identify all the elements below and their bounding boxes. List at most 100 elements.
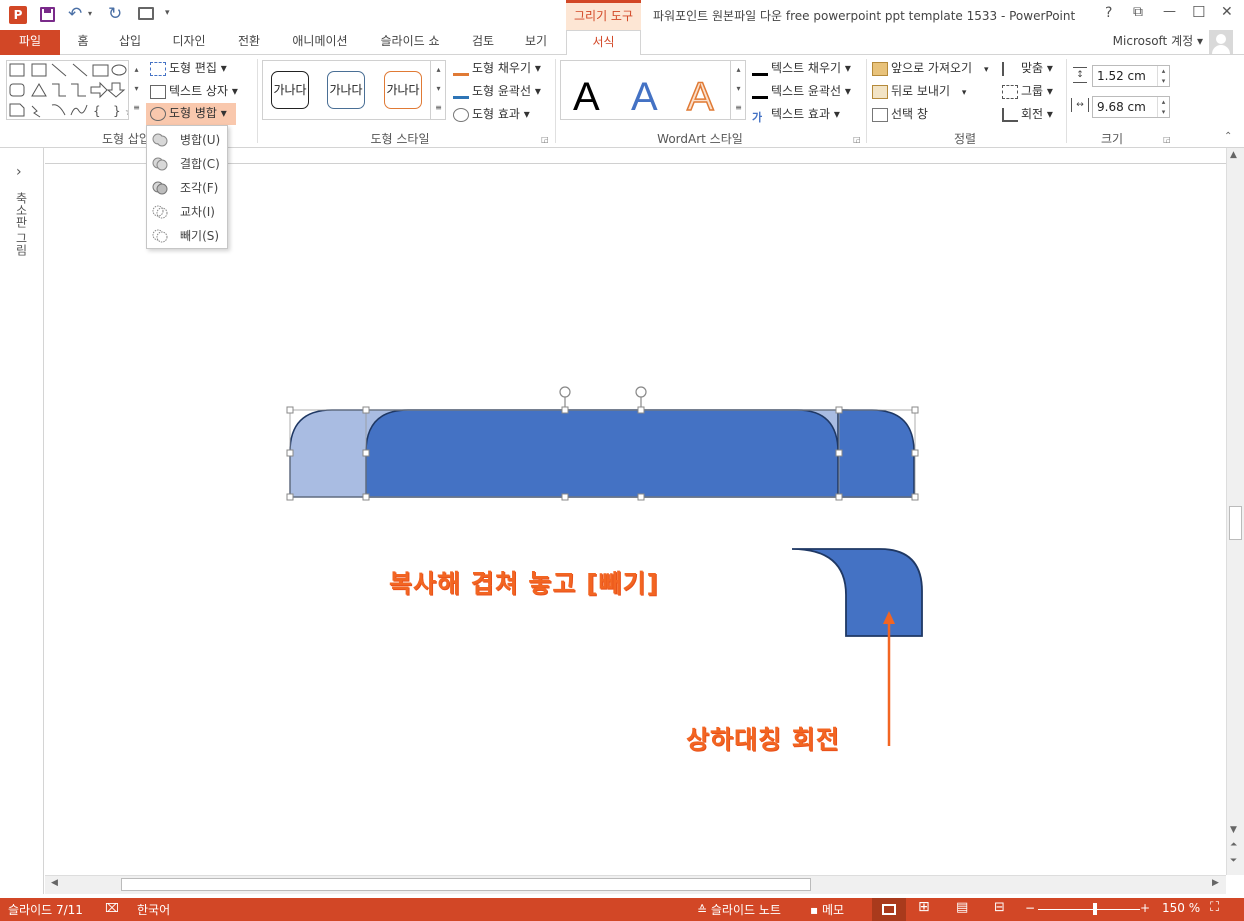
menu-item-fragment[interactable]: 조각(F)	[147, 176, 227, 200]
thumbnail-pane-label[interactable]: 축소판 그림	[13, 192, 30, 256]
shape-styles-gallery[interactable]: 가나다 가나다 가나다	[262, 60, 446, 120]
undo-icon[interactable]: ↶	[68, 4, 82, 24]
shapes-gallery-scroll[interactable]: ▴ ▾ ≡	[128, 60, 144, 120]
account-menu[interactable]: Microsoft 계정 ▾	[1105, 30, 1205, 55]
save-icon[interactable]	[40, 7, 55, 22]
customize-qat-icon[interactable]: ▾	[165, 8, 170, 18]
vertical-scroll-thumb[interactable]	[1229, 506, 1242, 540]
wordart-gallery[interactable]: A A A	[560, 60, 746, 120]
spelling-check-icon[interactable]: ⌧	[105, 901, 119, 915]
width-spinner[interactable]: ▴ ▾	[1157, 97, 1169, 117]
tab-home[interactable]: 홈	[66, 30, 100, 55]
send-backward-dropdown-icon[interactable]: ▾	[962, 88, 967, 98]
wordart-sample-orange[interactable]: A	[686, 73, 714, 121]
tab-view[interactable]: 보기	[514, 30, 558, 55]
menu-item-intersect[interactable]: 교차(I)	[147, 200, 227, 224]
group-button[interactable]: 그룹 ▾	[1002, 81, 1053, 101]
selection-pane-button[interactable]: 선택 창	[872, 104, 928, 124]
height-spinner[interactable]: ▴ ▾	[1157, 66, 1169, 86]
zoom-level[interactable]: 150 %	[1162, 901, 1200, 915]
slide-sorter-view-icon[interactable]: ⊞	[918, 899, 930, 915]
text-effects-button[interactable]: 가 텍스트 효과 ▾	[752, 104, 840, 124]
tab-insert[interactable]: 삽입	[110, 30, 150, 55]
tab-transitions[interactable]: 전환	[226, 30, 272, 55]
tab-review[interactable]: 검토	[462, 30, 504, 55]
maximize-button[interactable]: ☐	[1192, 3, 1205, 21]
zoom-out-button[interactable]: −	[1025, 901, 1035, 915]
shape-height-input[interactable]: 1.52 cm ▴ ▾	[1092, 65, 1170, 87]
wordart-sample-black[interactable]: A	[573, 73, 600, 121]
shape-width-input[interactable]: 9.68 cm ▴ ▾	[1092, 96, 1170, 118]
normal-view-button[interactable]	[872, 898, 906, 921]
language-indicator[interactable]: 한국어	[137, 901, 170, 918]
tab-format[interactable]: 서식	[566, 30, 641, 56]
wordart-sample-blue[interactable]: A	[631, 73, 658, 121]
shape-style-sample-1[interactable]: 가나다	[271, 71, 309, 109]
expand-thumbnails-icon[interactable]: ›	[16, 164, 22, 180]
tab-slideshow[interactable]: 슬라이드 쇼	[370, 30, 450, 55]
menu-item-union[interactable]: 병합(U)	[147, 128, 227, 152]
ribbon-display-options-button[interactable]: ⧉	[1133, 4, 1143, 20]
shape-style-sample-3[interactable]: 가나다	[384, 71, 422, 109]
shape-outline-button[interactable]: 도형 윤곽선 ▾	[453, 81, 541, 101]
shape-effects-button[interactable]: 도형 효과 ▾	[453, 104, 530, 124]
close-button[interactable]: ✕	[1221, 4, 1233, 20]
bring-forward-button[interactable]: 앞으로 가져오기 ▾	[872, 58, 988, 78]
tab-file[interactable]: 파일	[0, 30, 60, 55]
edit-shape-button[interactable]: 도형 편집 ▾	[150, 58, 227, 78]
dialog-launcher-shape-styles[interactable]: ◲	[541, 135, 549, 144]
align-button[interactable]: 맞춤 ▾	[1002, 58, 1053, 78]
text-fill-label: 텍스트 채우기 ▾	[771, 61, 851, 75]
menu-item-combine[interactable]: 결합(C)	[147, 152, 227, 176]
wordart-gallery-scroll[interactable]: ▴ ▾ ≡	[730, 60, 746, 120]
shape-style-sample-2[interactable]: 가나다	[327, 71, 365, 109]
scroll-right-icon[interactable]: ▶	[1212, 878, 1219, 888]
shapes-gallery[interactable]: {} ☆	[6, 60, 144, 120]
text-box-button[interactable]: 텍스트 상자 ▾	[150, 81, 238, 101]
bring-forward-dropdown-icon[interactable]: ▾	[984, 65, 989, 75]
scroll-down-icon[interactable]: ▼	[1230, 825, 1237, 835]
text-fill-button[interactable]: 텍스트 채우기 ▾	[752, 58, 851, 78]
tab-design[interactable]: 디자인	[160, 30, 218, 55]
menu-item-union-label: 병합(U)	[180, 133, 221, 147]
comments-button[interactable]: ▪ 메모	[810, 901, 844, 918]
minimize-button[interactable]: —	[1163, 4, 1176, 19]
text-outline-button[interactable]: 텍스트 윤곽선 ▾	[752, 81, 851, 101]
dialog-launcher-wordart[interactable]: ◲	[853, 135, 861, 144]
present-from-start-icon[interactable]	[138, 7, 154, 20]
slideshow-view-icon[interactable]: ⊟	[994, 900, 1005, 915]
dialog-launcher-size[interactable]: ◲	[1163, 135, 1171, 144]
reading-view-icon[interactable]: ▤	[956, 900, 968, 915]
fit-to-window-icon[interactable]: ⛶	[1210, 900, 1219, 915]
undo-dropdown-icon[interactable]: ▾	[88, 9, 92, 18]
scroll-up-icon[interactable]: ▲	[1230, 150, 1237, 160]
menu-item-subtract[interactable]: 빼기(S)	[147, 224, 227, 248]
slide-editing-area[interactable]: 복사해 겹쳐 놓고 [빼기] 상하대칭 회전	[45, 148, 1226, 875]
slide-counter: 슬라이드 7/11	[8, 903, 83, 917]
zoom-in-button[interactable]: +	[1140, 901, 1150, 915]
horizontal-scroll-thumb[interactable]	[121, 878, 811, 891]
collapse-ribbon-icon[interactable]: ⌃	[1224, 131, 1232, 142]
zoom-slider-thumb[interactable]	[1093, 903, 1097, 915]
bring-forward-icon	[872, 61, 888, 76]
zoom-slider-track[interactable]	[1038, 909, 1140, 910]
notes-label: 슬라이드 노트	[710, 903, 781, 917]
horizontal-scrollbar[interactable]: ◀ ▶	[45, 875, 1226, 894]
shape-styles-scroll[interactable]: ▴ ▾ ≡	[430, 60, 446, 120]
notes-button[interactable]: ≙ 슬라이드 노트	[697, 901, 781, 918]
group-label-arrange: 정렬	[953, 132, 977, 146]
powerpoint-app-icon[interactable]: P	[9, 6, 27, 24]
vertical-scrollbar[interactable]: ▲ ▼ ⏶ ⏷	[1226, 148, 1244, 875]
redo-icon[interactable]: ↻	[108, 4, 122, 24]
shape-fill-button[interactable]: 도형 채우기 ▾	[453, 58, 541, 78]
scroll-left-icon[interactable]: ◀	[51, 878, 58, 888]
help-button[interactable]: ?	[1105, 5, 1112, 21]
next-slide-icon[interactable]: ⏷	[1230, 856, 1237, 866]
send-backward-button[interactable]: 뒤로 보내기 ▾	[872, 81, 966, 101]
tab-animations[interactable]: 애니메이션	[280, 30, 360, 55]
account-avatar[interactable]	[1209, 30, 1233, 54]
merge-shapes-button[interactable]: 도형 병합 ▾	[146, 103, 236, 125]
rotate-button[interactable]: 회전 ▾	[1002, 104, 1053, 124]
previous-slide-icon[interactable]: ⏶	[1230, 840, 1237, 850]
ribbon-tabs: 파일 홈 삽입 디자인 전환 애니메이션 슬라이드 쇼 검토 보기 서식 Mic…	[0, 30, 1244, 56]
